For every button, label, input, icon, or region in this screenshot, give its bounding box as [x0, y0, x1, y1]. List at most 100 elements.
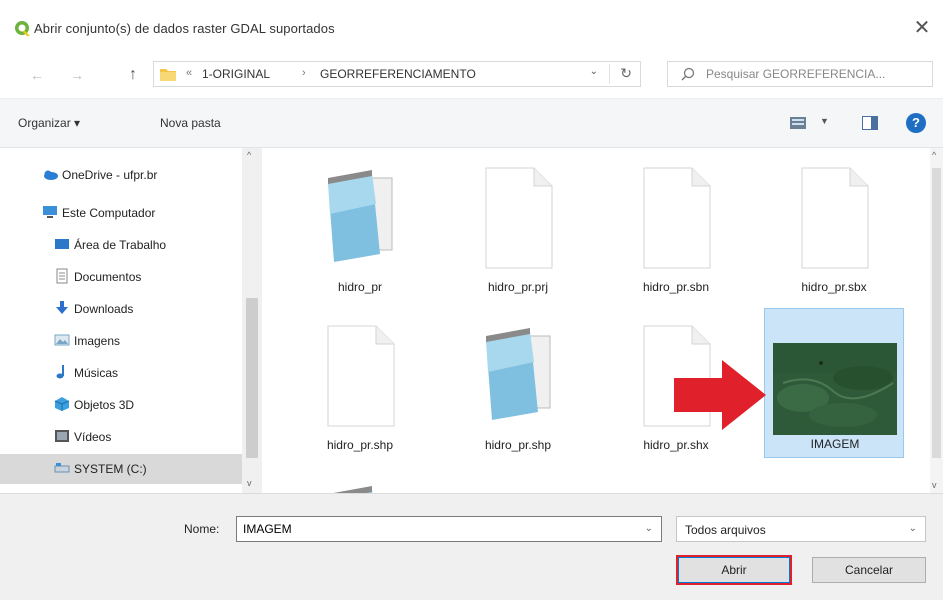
documents-icon: [56, 268, 68, 284]
desktop-icon: [55, 239, 69, 249]
blank-file-icon: [327, 325, 395, 427]
refresh-icon[interactable]: ↻: [620, 65, 632, 82]
blank-file-icon: [643, 167, 711, 269]
cancel-button[interactable]: Cancelar: [812, 557, 926, 583]
bottom-panel: Nome: ⌄ Todos arquivos ⌄ Abrir Cancelar: [0, 493, 943, 600]
notepad-file-icon: [486, 328, 551, 420]
folder-icon: [160, 69, 176, 81]
nav-scrollbar[interactable]: ^ v: [242, 148, 262, 493]
breadcrumb-overflow[interactable]: «: [186, 67, 192, 79]
title-bar: Abrir conjunto(s) de dados raster GDAL s…: [0, 0, 943, 52]
sidebar-item-label: Imagens: [74, 334, 121, 348]
file-name: hidro_pr.shp: [484, 438, 552, 452]
sidebar-item-videos[interactable]: Vídeos: [0, 422, 242, 452]
scroll-down-icon[interactable]: v: [247, 478, 252, 488]
computer-icon: [43, 206, 57, 218]
drive-icon: [54, 463, 70, 473]
close-button[interactable]: ✕: [907, 14, 937, 42]
file-item[interactable]: hidro_pr: [290, 152, 430, 302]
sidebar-item-label: Este Computador: [62, 206, 156, 220]
forward-arrow-icon[interactable]: →: [68, 66, 86, 84]
breadcrumb-item[interactable]: GEORREFERENCIAMENTO: [320, 67, 476, 81]
open-button[interactable]: Abrir: [676, 555, 792, 585]
file-type-filter[interactable]: Todos arquivos ⌄: [676, 516, 926, 542]
sidebar-item-label: Documentos: [74, 270, 142, 284]
sidebar-item-this-pc[interactable]: Este Computador: [0, 198, 242, 228]
scrollbar-thumb[interactable]: [932, 168, 941, 458]
sidebar-item-onedrive[interactable]: OneDrive - ufpr.br: [0, 160, 242, 190]
breadcrumb-separator: ›: [302, 67, 306, 79]
file-item[interactable]: hidro_pr.shp: [448, 310, 588, 460]
sidebar-item-music[interactable]: Músicas: [0, 358, 242, 388]
sidebar-item-label: OneDrive - ufpr.br: [62, 168, 158, 182]
sidebar-item-label: Downloads: [74, 302, 134, 316]
chevron-down-icon[interactable]: ⌄: [590, 66, 598, 77]
scroll-down-icon[interactable]: v: [932, 480, 937, 490]
file-name-combobox[interactable]: ⌄: [236, 516, 662, 542]
file-list: hidro_pr hidro_pr.prj hidro_pr.sbn hidro…: [270, 148, 930, 493]
file-name: hidro_pr.sbn: [642, 280, 710, 294]
sidebar-item-label: SYSTEM (C:): [74, 462, 147, 476]
organize-button[interactable]: Organizar ▾: [18, 116, 80, 130]
window-title: Abrir conjunto(s) de dados raster GDAL s…: [34, 21, 335, 36]
sidebar-item-label: Objetos 3D: [74, 398, 135, 412]
scrollbar-thumb[interactable]: [246, 298, 258, 458]
file-item[interactable]: hidro_pr.sbx: [764, 152, 904, 302]
file-scrollbar[interactable]: ^ v: [930, 148, 943, 493]
sidebar-item-label: Vídeos: [74, 430, 112, 444]
file-name: hidro_pr.prj: [487, 280, 549, 294]
search-placeholder: Pesquisar GEORREFERENCIA...: [706, 67, 886, 81]
view-options-icon[interactable]: [790, 116, 806, 130]
search-icon: [681, 67, 695, 81]
file-type-value: Todos arquivos: [685, 523, 766, 537]
blank-file-icon: [485, 167, 553, 269]
back-arrow-icon[interactable]: ←: [28, 66, 46, 84]
navigation-pane: OneDrive - ufpr.br Este Computador Área …: [0, 148, 262, 493]
address-bar[interactable]: « 1-ORIGINAL › GEORREFERENCIAMENTO ⌄ ↻: [153, 61, 641, 87]
sidebar-item-desktop[interactable]: Área de Trabalho: [0, 230, 242, 260]
new-folder-button[interactable]: Nova pasta: [160, 116, 221, 130]
chevron-down-icon[interactable]: ⌄: [645, 523, 653, 534]
file-item[interactable]: hidro_pr.shp: [290, 310, 430, 460]
sidebar-item-downloads[interactable]: Downloads: [0, 294, 242, 324]
breadcrumb-item[interactable]: 1-ORIGINAL: [202, 67, 270, 81]
raster-image-thumbnail: [773, 343, 897, 435]
download-icon: [56, 301, 68, 314]
cloud-icon: [44, 170, 58, 180]
file-name: hidro_pr: [337, 280, 383, 294]
sidebar-item-system-drive[interactable]: SYSTEM (C:): [0, 454, 242, 484]
file-item[interactable]: [290, 468, 430, 493]
scroll-up-icon[interactable]: ^: [247, 150, 251, 160]
view-dropdown-icon[interactable]: ▼: [820, 116, 829, 126]
sidebar-item-documents[interactable]: Documentos: [0, 262, 242, 292]
pictures-icon: [54, 334, 70, 346]
objects-3d-icon: [54, 397, 70, 411]
file-item-selected[interactable]: IMAGEM: [764, 308, 904, 458]
music-icon: [56, 365, 64, 379]
help-icon[interactable]: ?: [906, 113, 926, 133]
preview-pane-icon[interactable]: [862, 116, 878, 130]
file-item[interactable]: hidro_pr.prj: [448, 152, 588, 302]
file-name-input[interactable]: [243, 521, 623, 537]
file-name: hidro_pr.sbx: [801, 280, 867, 294]
sidebar-item-label: Área de Trabalho: [74, 238, 167, 252]
sidebar-item-pictures[interactable]: Imagens: [0, 326, 242, 356]
navigation-row: ← → ↑ « 1-ORIGINAL › GEORREFERENCIAMENTO…: [0, 52, 943, 98]
toolbar: Organizar ▾ Nova pasta ▼ ?: [0, 98, 943, 148]
sidebar-item-3d-objects[interactable]: Objetos 3D: [0, 390, 242, 420]
videos-icon: [55, 430, 69, 442]
qgis-icon: [15, 21, 30, 36]
search-box[interactable]: Pesquisar GEORREFERENCIA...: [667, 61, 933, 87]
scroll-up-icon[interactable]: ^: [932, 150, 936, 160]
blank-file-icon: [801, 167, 869, 269]
up-arrow-icon[interactable]: ↑: [124, 66, 142, 84]
divider: [609, 64, 610, 84]
file-item[interactable]: hidro_pr.sbn: [606, 152, 746, 302]
file-name: IMAGEM: [810, 437, 860, 451]
file-name-label: Nome:: [184, 522, 220, 536]
sidebar-item-label: Músicas: [74, 366, 119, 380]
notepad-file-icon: [333, 486, 373, 493]
red-arrow-icon: [674, 360, 766, 430]
notepad-file-icon: [328, 170, 393, 262]
chevron-down-icon[interactable]: ⌄: [909, 523, 917, 534]
